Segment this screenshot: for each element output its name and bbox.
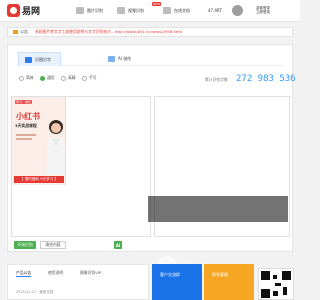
ad-header: 学习 · 成长 (15, 100, 32, 104)
total-count-value: 272 983 536 (236, 74, 296, 84)
mode-option-general[interactable]: 通用 (40, 75, 55, 81)
bottom-tab-guide[interactable]: 使用说明 (48, 270, 63, 276)
nav-item-image-recognition[interactable]: 图片识别 (76, 7, 103, 14)
uid-label: 47.4RT (208, 8, 222, 13)
nav-label: 图片识别 (87, 7, 103, 13)
nav-item-video-recognition[interactable]: 视频识别 (117, 7, 144, 14)
ai-button[interactable]: AI (114, 241, 122, 249)
qr-module (283, 287, 287, 295)
total-count-label: 累计识别字数 (205, 77, 228, 82)
clear-content-button[interactable]: 清空内容 (40, 241, 66, 249)
qr-finder (282, 271, 291, 280)
ad-subtitle: 3天实战课程 (15, 123, 37, 128)
announcement-label: 公告 (20, 29, 28, 34)
tile-contact-support[interactable]: 联系客服 (204, 264, 254, 300)
image-upload-panel[interactable]: 学习 · 成长 小红书 3天实战课程 【 限时福利 9元学习 】 (11, 96, 151, 237)
ad-banner[interactable]: 学习 · 成长 小红书 3天实战课程 【 限时福利 9元学习 】 (12, 97, 66, 185)
site-logo-icon[interactable] (7, 4, 20, 17)
site-logo-text[interactable]: 易网 (22, 4, 40, 17)
tab-label: AI 创作 (118, 56, 132, 61)
qr-code-image (258, 268, 294, 300)
ad-person-image (46, 120, 65, 175)
qr-finder (261, 289, 270, 298)
new-badge: NEW (152, 2, 162, 6)
option-label: 手写 (89, 75, 97, 80)
mode-option-simplified[interactable]: 简体 (19, 75, 34, 81)
tab-image-text[interactable]: 识图识字 (18, 52, 61, 66)
tab-strip: 识图识字 AI 创作 (18, 52, 284, 66)
bottom-item[interactable]: 2025.01.21 · 使用文档 (16, 290, 53, 295)
qr-module (275, 283, 281, 286)
tab-ai-create[interactable]: AI 创作 (102, 52, 142, 66)
doc-icon (163, 7, 171, 14)
announcement-link[interactable]: 易网图片转文字工具使用说明与文字识别技巧 - http://www.jb51.c… (35, 29, 182, 35)
ad-cta-button[interactable]: 【 限时福利 9元学习 】 (14, 176, 64, 183)
start-recognition-button[interactable]: 开始识别 (14, 241, 36, 249)
radio-checked-icon (40, 75, 45, 81)
radio-icon (19, 75, 24, 81)
avatar-icon[interactable] (232, 5, 243, 16)
watermark-overlay (148, 196, 288, 222)
login-block[interactable]: 游客登录 立即登录 (256, 6, 270, 14)
ad-title: 小红书 (16, 112, 40, 121)
radio-icon (82, 75, 87, 81)
ad-decoration (16, 138, 32, 140)
ai-icon (108, 56, 115, 62)
image-scan-icon (25, 56, 32, 63)
tile-label: 联系客服 (212, 272, 228, 277)
user-line: 立即登录 (256, 10, 270, 14)
nav-label: 视频识别 (128, 7, 144, 13)
video-icon (117, 7, 125, 14)
qr-finder (261, 271, 270, 280)
qr-module (273, 291, 278, 296)
option-label: 通用 (47, 75, 55, 80)
qr-module (273, 275, 277, 279)
tile-label: 客户交流群 (160, 272, 180, 277)
nav-item-online-docs[interactable]: 在线文档 (163, 7, 190, 14)
bottom-tab-notice[interactable]: 产品公告 (16, 270, 32, 277)
nav-label: 在线文档 (174, 7, 190, 13)
ad-decoration (16, 134, 36, 136)
announcement-bar: 公告 易网图片转文字工具使用说明与文字识别技巧 - http://www.jb5… (7, 27, 293, 37)
top-navigation-bar: 易网 图片识别 视频识别 NEW 在线文档 47.4RT 游客登录 立即登录 (0, 0, 300, 22)
mode-option-high-precision[interactable]: 高精 (61, 75, 76, 81)
mode-option-handwriting[interactable]: 手写 (82, 75, 97, 81)
image-icon (76, 7, 84, 14)
tab-label: 识图识字 (35, 56, 51, 62)
megaphone-icon (13, 30, 18, 34)
tile-customer-group[interactable]: 客户交流群 (152, 264, 202, 300)
page: 易网 图片识别 视频识别 NEW 在线文档 47.4RT 游客登录 立即登录 公… (0, 0, 300, 300)
radio-icon (61, 75, 66, 81)
bottom-info-card: 产品公告 使用说明 图像识别VIP 2025.01.21 · 使用文档 (7, 264, 149, 300)
option-label: 高精 (68, 75, 76, 80)
bottom-tab-vip[interactable]: 图像识别VIP (80, 270, 101, 276)
option-label: 简体 (26, 75, 34, 80)
